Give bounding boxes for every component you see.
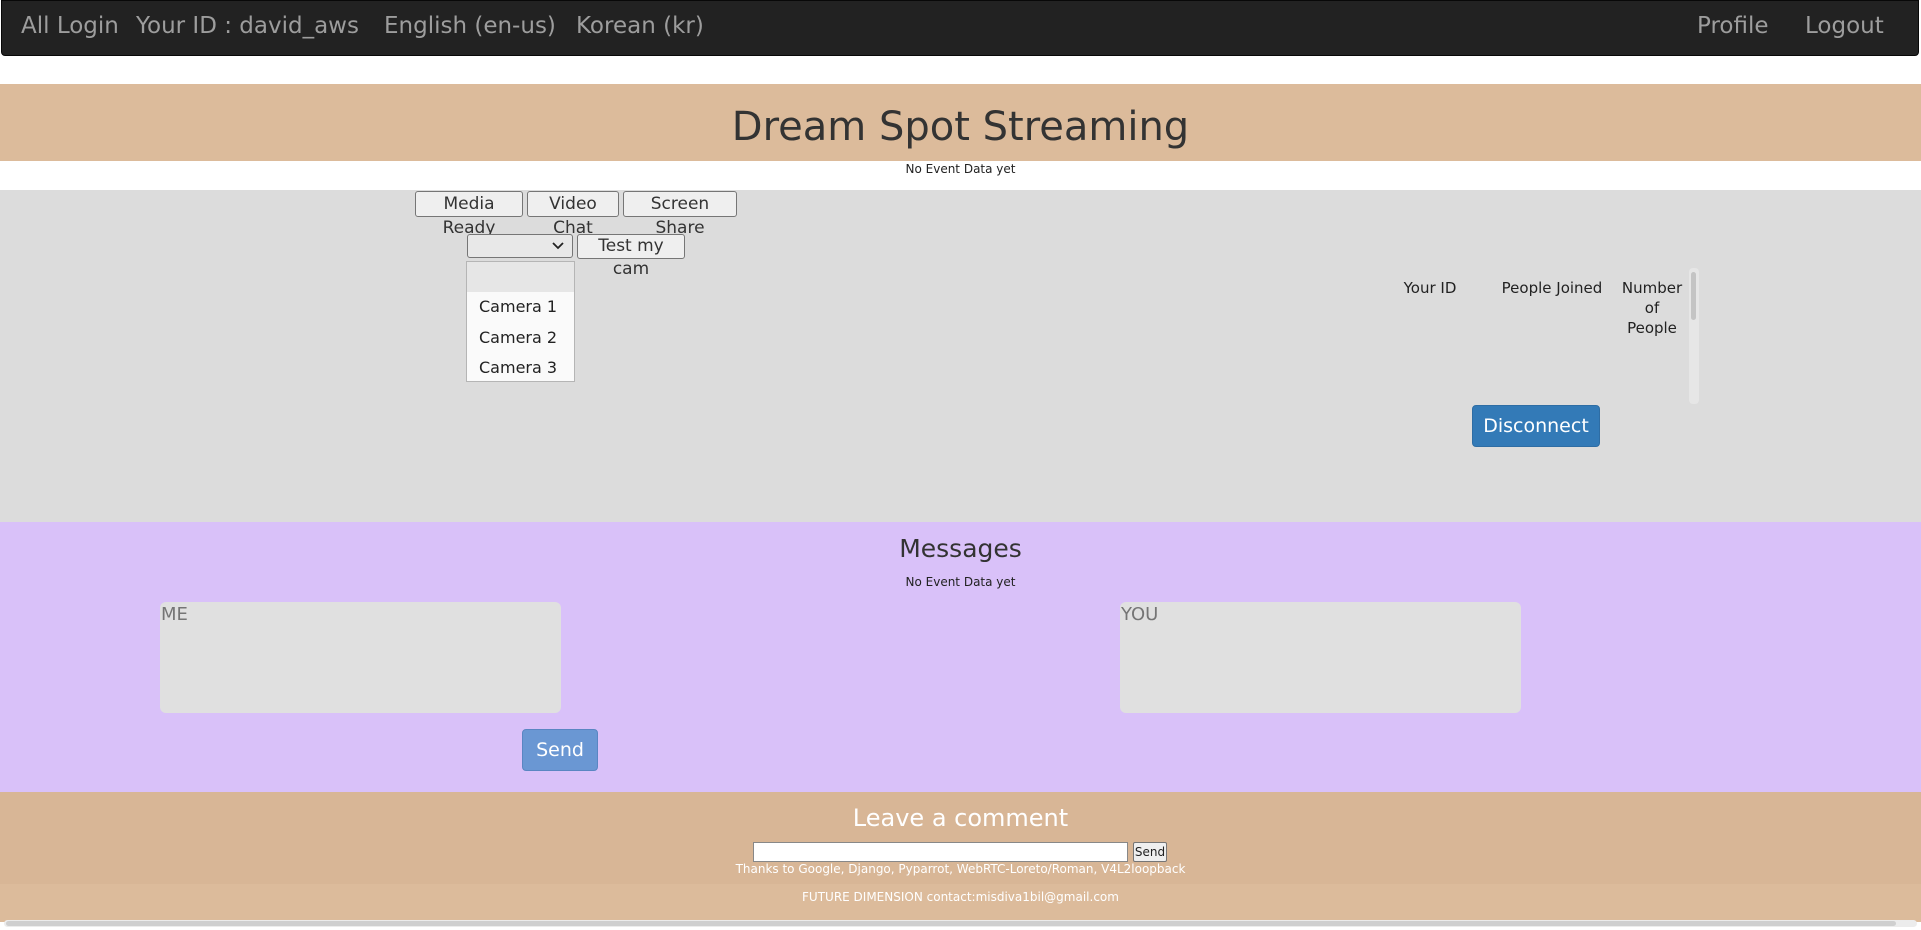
dropdown-option-camera-2[interactable]: Camera 2 [467,323,574,354]
chevron-down-icon [552,242,564,250]
disconnect-button[interactable]: Disconnect [1472,405,1600,447]
media-ready-button[interactable]: Media Ready [415,191,523,238]
dropdown-option-camera-1[interactable]: Camera 1 [467,292,574,323]
nav-your-id[interactable]: Your ID : david_aws [136,13,359,39]
header-band: Dream Spot Streaming [0,84,1921,161]
event-status: No Event Data yet [905,162,1016,176]
nav-logout[interactable]: Logout [1805,13,1884,39]
table-header-your-id: Your ID [1403,279,1457,297]
video-chat-button[interactable]: Video Chat [527,191,619,238]
comment-send-button[interactable]: Send [1133,842,1167,862]
page-title: Dream Spot Streaming [731,104,1190,150]
screen-share-button[interactable]: Screen Share [623,191,737,238]
table-header-number-of-people: Number of People [1621,279,1683,337]
footer: FUTURE DIMENSION contact:misdiva1bil@gma… [0,884,1921,922]
stream-stage [0,190,1921,522]
nav-all-login[interactable]: All Login [21,13,119,39]
comment-title: Leave a comment [852,804,1069,832]
you-message-output[interactable] [1120,602,1521,713]
camera-dropdown-list: Camera 1 Camera 2 Camera 3 [466,261,575,382]
nav-korean[interactable]: Korean (kr) [576,13,704,39]
nav-english[interactable]: English (en-us) [384,13,556,39]
dropdown-option-empty[interactable] [467,262,574,292]
messages-section: Messages No Event Data yet [0,522,1921,792]
send-message-button[interactable]: Send [522,729,598,771]
test-cam-button[interactable]: Test my cam [577,234,685,279]
messages-title: Messages [899,534,1022,563]
dropdown-option-camera-3[interactable]: Camera 3 [467,353,574,384]
me-message-input[interactable] [160,602,561,713]
thanks-text: Thanks to Google, Django, Pyparrot, WebR… [735,862,1186,876]
nav-profile[interactable]: Profile [1697,13,1769,39]
footer-contact: FUTURE DIMENSION contact:misdiva1bil@gma… [802,890,1119,904]
messages-event-status: No Event Data yet [905,575,1016,589]
comment-input[interactable] [753,842,1128,862]
table-scrollbar[interactable] [1689,268,1699,404]
camera-select[interactable] [467,234,573,258]
horizontal-scrollbar[interactable] [4,920,1917,927]
table-header-people-joined: People Joined [1501,279,1603,297]
top-navbar: All Login Your ID : david_aws English (e… [1,0,1919,56]
